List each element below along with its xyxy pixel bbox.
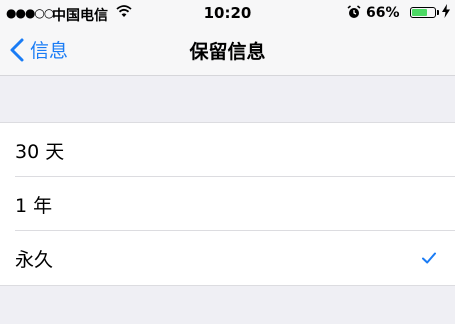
status-bar: ●●●○○ 中国电信 10:20 66% bbox=[0, 0, 455, 26]
checkmark-icon bbox=[420, 249, 438, 267]
option-30-days[interactable]: 30 天 bbox=[0, 123, 455, 177]
navigation-bar: 信息 保留信息 bbox=[0, 26, 455, 76]
battery-tip bbox=[437, 10, 439, 15]
option-label: 永久 bbox=[15, 249, 54, 271]
option-forever[interactable]: 永久 bbox=[0, 231, 455, 285]
option-label: 30 天 bbox=[15, 141, 65, 163]
page-title: 保留信息 bbox=[189, 41, 266, 63]
battery-level-fill bbox=[412, 9, 427, 16]
battery-icon bbox=[410, 7, 436, 18]
lightning-bolt-icon bbox=[442, 4, 450, 21]
option-1-year[interactable]: 1 年 bbox=[0, 177, 455, 231]
battery-percentage: 66% bbox=[366, 5, 400, 21]
retention-options-list: 30 天 1 年 永久 bbox=[0, 122, 455, 286]
alarm-clock-icon bbox=[347, 5, 361, 23]
option-label: 1 年 bbox=[15, 195, 53, 217]
